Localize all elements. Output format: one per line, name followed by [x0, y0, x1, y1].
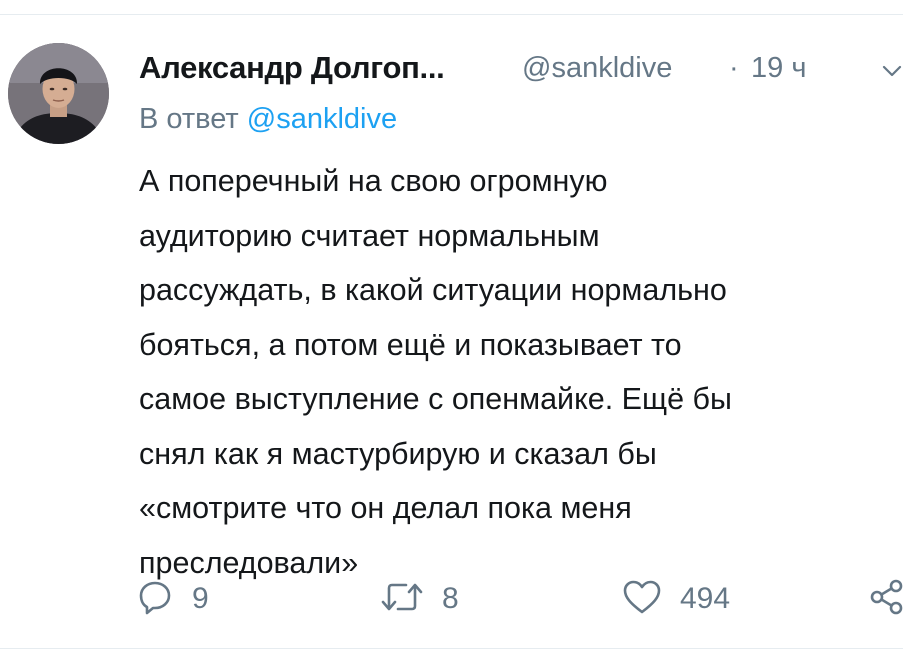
reply-icon [136, 578, 174, 621]
reply-mention-link[interactable]: @sankldive [247, 103, 397, 135]
avatar[interactable] [8, 43, 109, 144]
tweet-text-line: бояться, а потом ещё и показывает то [139, 327, 682, 362]
tweet-text-line: А поперечный на свою огромную [139, 164, 608, 198]
tweet-text-line: «смотрите что он делал пока меня [139, 491, 632, 525]
tweet-text-line: рассуждать, в какой ситуации нормально [139, 273, 727, 307]
bottom-divider [0, 648, 903, 649]
retweet-icon [380, 578, 424, 621]
retweet-count: 8 [442, 582, 459, 615]
share-icon [869, 578, 903, 621]
tweet-text-line: аудиторию считает нормальным [139, 218, 600, 253]
tweet[interactable]: Александр Долгоп... @sankldive · 19 ч В … [0, 16, 903, 646]
like-button[interactable]: 494 [622, 576, 730, 622]
reply-prefix: В ответ [139, 103, 239, 135]
reply-count: 9 [192, 582, 209, 615]
reply-button[interactable]: 9 [136, 576, 209, 622]
share-button[interactable] [869, 576, 903, 622]
like-count: 494 [680, 582, 731, 615]
tweet-time[interactable]: 19 ч [751, 52, 806, 85]
chevron-down-icon[interactable] [881, 60, 903, 82]
reply-context: В ответ @sankldive [139, 103, 397, 136]
like-icon [622, 578, 662, 621]
author-display-name[interactable]: Александр Долгоп... [139, 50, 445, 86]
tweet-header: Александр Долгоп... @sankldive · 19 ч [139, 50, 903, 90]
tweet-text-line: самое выступление с опенмайке. Ещё бы [139, 382, 732, 416]
top-divider [0, 14, 903, 15]
separator-dot: · [729, 52, 739, 84]
retweet-button[interactable]: 8 [380, 576, 459, 622]
tweet-text: А поперечный на свою огромную аудиторию … [139, 154, 903, 590]
tweet-actions: 9 8 494 [0, 576, 903, 626]
author-handle[interactable]: @sankldive [522, 52, 672, 85]
tweet-text-line: снял как я мастурбирую и сказал бы [139, 436, 657, 471]
